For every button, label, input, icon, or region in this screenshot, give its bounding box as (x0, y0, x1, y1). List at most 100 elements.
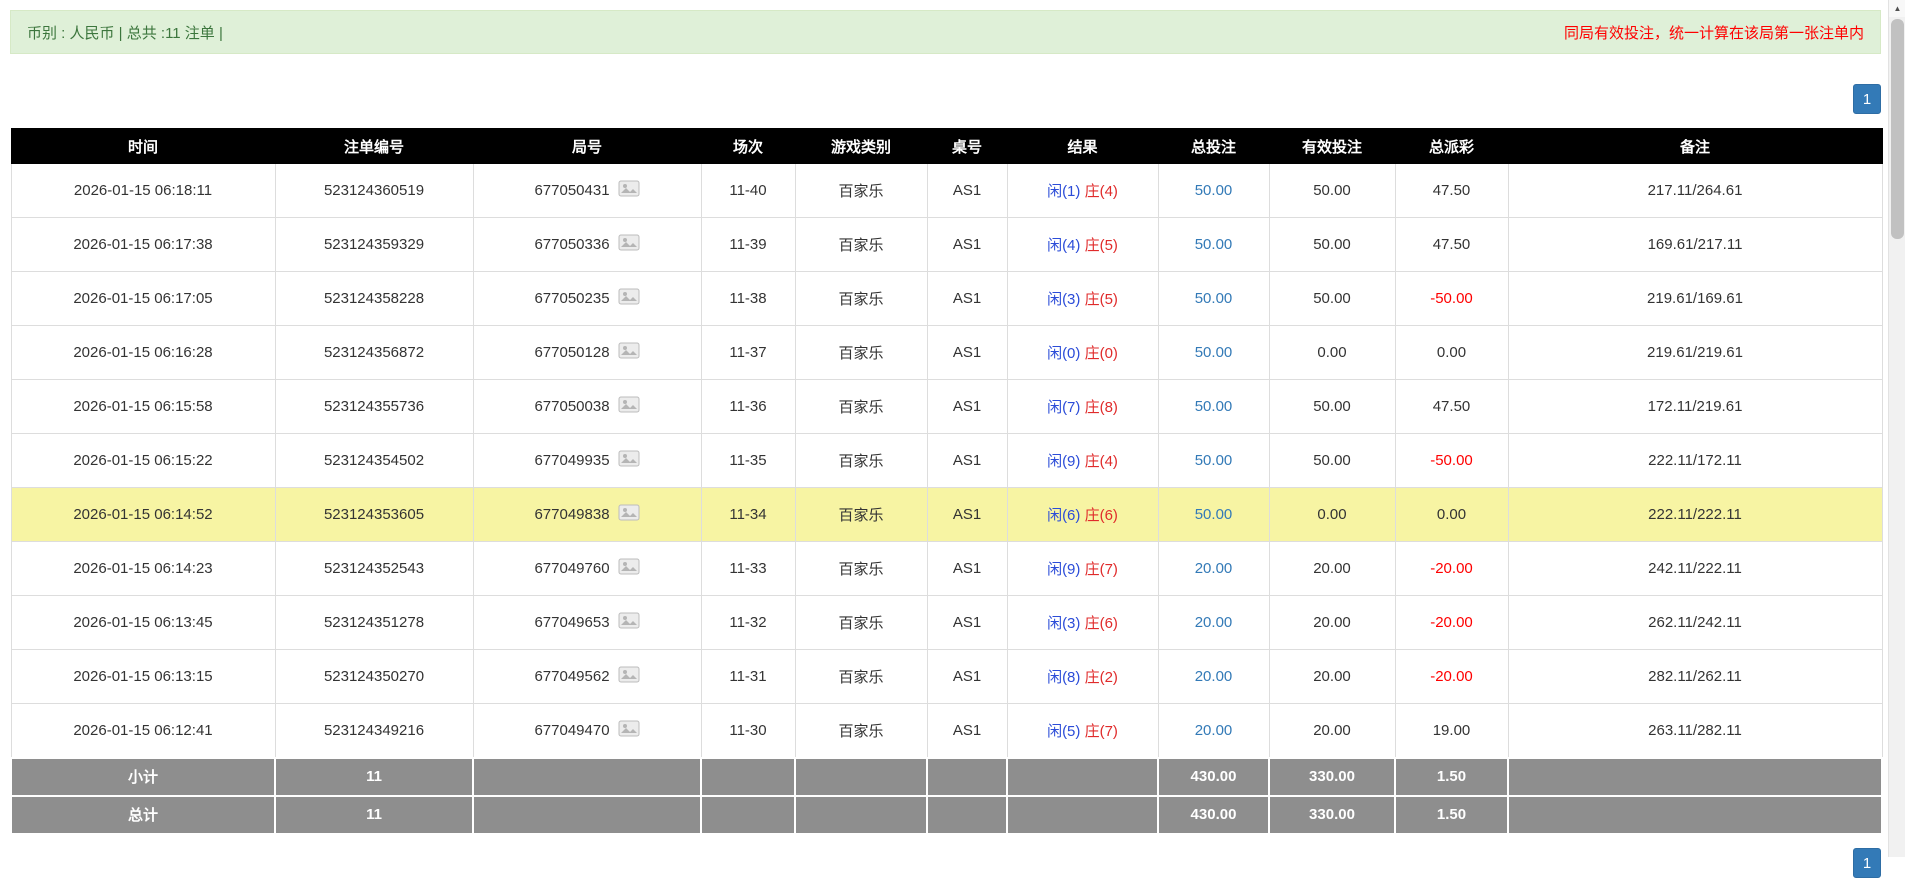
round-result-image-icon[interactable] (618, 396, 640, 417)
subtotal-empty-cell (1507, 756, 1883, 797)
table-row: 2026-01-15 06:15:58 523124355736 677050038… (10, 379, 1883, 434)
cell-time: 2026-01-15 06:16:28 (10, 325, 276, 380)
round-result-image-icon[interactable] (618, 504, 640, 525)
round-result-image-icon[interactable] (618, 180, 640, 201)
round-number: 677050038 (534, 398, 610, 415)
pagination-bottom: 1 (1853, 848, 1881, 878)
result-player: 闲(3) (1047, 291, 1081, 308)
total-bet-link[interactable]: 50.00 (1195, 506, 1233, 523)
cell-time: 2026-01-15 06:17:05 (10, 271, 276, 326)
result-banker: 庄(6) (1084, 507, 1118, 524)
cell-total-bet: 20.00 (1157, 703, 1270, 758)
cell-game-type: 百家乐 (794, 487, 928, 542)
cell-game-type: 百家乐 (794, 325, 928, 380)
col-payout: 总派彩 (1394, 128, 1509, 164)
result-banker: 庄(4) (1084, 453, 1118, 470)
round-result-image-icon[interactable] (618, 612, 640, 633)
result-banker: 庄(5) (1084, 237, 1118, 254)
total-bet-link[interactable]: 20.00 (1195, 722, 1233, 739)
cell-payout: 19.00 (1394, 703, 1509, 758)
cell-session: 11-38 (700, 271, 796, 326)
notice-text: 同局有效投注，统一计算在该局第一张注单内 (1563, 24, 1864, 42)
vertical-scrollbar[interactable]: ▲ (1888, 0, 1905, 857)
cell-total-bet: 50.00 (1157, 487, 1270, 542)
round-result-image-icon[interactable] (618, 234, 640, 255)
cell-payout: 47.50 (1394, 163, 1509, 218)
result-player: 闲(7) (1047, 399, 1081, 416)
round-result-image-icon[interactable] (618, 558, 640, 579)
round-number: 677049760 (534, 560, 610, 577)
table-body: 2026-01-15 06:18:11 523124360519 677050431… (10, 163, 1883, 758)
cell-result: 闲(3) 庄(6) (1006, 595, 1159, 650)
table-row: 2026-01-15 06:17:05 523124358228 677050235… (10, 271, 1883, 326)
round-result-image-icon[interactable] (618, 720, 640, 741)
round-number: 677049470 (534, 721, 610, 739)
cell-result: 闲(5) 庄(7) (1006, 703, 1159, 758)
result-player: 闲(3) (1047, 615, 1081, 632)
subtotal-count: 11 (274, 756, 474, 797)
pagination-top: 1 (1853, 84, 1881, 114)
cell-time: 2026-01-15 06:15:22 (10, 433, 276, 488)
table-row: 2026-01-15 06:13:45 523124351278 677049653… (10, 595, 1883, 650)
cell-game-type: 百家乐 (794, 271, 928, 326)
cell-table-no: AS1 (926, 595, 1008, 650)
page-button-1[interactable]: 1 (1853, 84, 1881, 114)
round-result-image-icon[interactable] (618, 342, 640, 363)
cell-session: 11-33 (700, 541, 796, 596)
cell-remark: 169.61/217.11 (1507, 217, 1883, 272)
cell-remark: 172.11/219.61 (1507, 379, 1883, 434)
cell-game-type: 百家乐 (794, 595, 928, 650)
total-bet-link[interactable]: 50.00 (1195, 452, 1233, 469)
cell-total-bet: 50.00 (1157, 379, 1270, 434)
cell-total-bet: 20.00 (1157, 649, 1270, 704)
round-result-image-icon[interactable] (618, 666, 640, 687)
cell-payout: -20.00 (1394, 595, 1509, 650)
cell-bet-id: 523124360519 (274, 163, 474, 218)
cell-remark: 219.61/219.61 (1507, 325, 1883, 380)
result-player: 闲(1) (1047, 183, 1081, 200)
result-player: 闲(6) (1047, 507, 1081, 524)
page-button-1-bottom[interactable]: 1 (1853, 848, 1881, 878)
cell-valid-bet: 20.00 (1268, 703, 1396, 758)
total-bet-link[interactable]: 50.00 (1195, 398, 1233, 415)
cell-valid-bet: 0.00 (1268, 325, 1396, 380)
total-bet-link[interactable]: 20.00 (1195, 560, 1233, 577)
result-banker: 庄(8) (1084, 399, 1118, 416)
total-bet-link[interactable]: 20.00 (1195, 614, 1233, 631)
cell-result: 闲(1) 庄(4) (1006, 163, 1159, 218)
cell-remark: 222.11/222.11 (1507, 487, 1883, 542)
grand-total-valid-bet: 330.00 (1268, 794, 1396, 835)
grand-total-label: 总计 (10, 794, 276, 835)
col-total-bet: 总投注 (1157, 128, 1270, 164)
grand-total-total-bet: 430.00 (1157, 794, 1270, 835)
total-bet-link[interactable]: 20.00 (1195, 668, 1233, 685)
grand-total-empty-cell (472, 794, 702, 835)
total-bet-link[interactable]: 50.00 (1195, 290, 1233, 307)
cell-time: 2026-01-15 06:14:52 (10, 487, 276, 542)
cell-result: 闲(9) 庄(4) (1006, 433, 1159, 488)
cell-time: 2026-01-15 06:15:58 (10, 379, 276, 434)
cell-remark: 217.11/264.61 (1507, 163, 1883, 218)
cell-table-no: AS1 (926, 379, 1008, 434)
grand-total-empty-cell (794, 794, 928, 835)
total-bet-link[interactable]: 50.00 (1195, 236, 1233, 253)
round-result-image-icon[interactable] (618, 450, 640, 471)
cell-table-no: AS1 (926, 649, 1008, 704)
result-player: 闲(8) (1047, 669, 1081, 686)
result-player: 闲(5) (1047, 722, 1081, 740)
cell-bet-id: 523124354502 (274, 433, 474, 488)
grand-total-empty-cell (926, 794, 1008, 835)
col-game-type: 游戏类别 (794, 128, 928, 164)
scrollbar-thumb[interactable] (1891, 19, 1904, 239)
round-result-image-icon[interactable] (618, 288, 640, 309)
col-result: 结果 (1006, 128, 1159, 164)
total-bet-link[interactable]: 50.00 (1195, 182, 1233, 199)
cell-round: 677050128 (472, 325, 702, 380)
cell-round: 677049838 (472, 487, 702, 542)
table-header-row: 时间 注单编号 局号 场次 游戏类别 桌号 结果 总投注 有效投注 总派彩 备注 (10, 128, 1883, 164)
scrollbar-up-arrow-icon[interactable]: ▲ (1889, 0, 1905, 17)
cell-table-no: AS1 (926, 163, 1008, 218)
cell-session: 11-32 (700, 595, 796, 650)
cell-table-no: AS1 (926, 703, 1008, 758)
total-bet-link[interactable]: 50.00 (1195, 344, 1233, 361)
